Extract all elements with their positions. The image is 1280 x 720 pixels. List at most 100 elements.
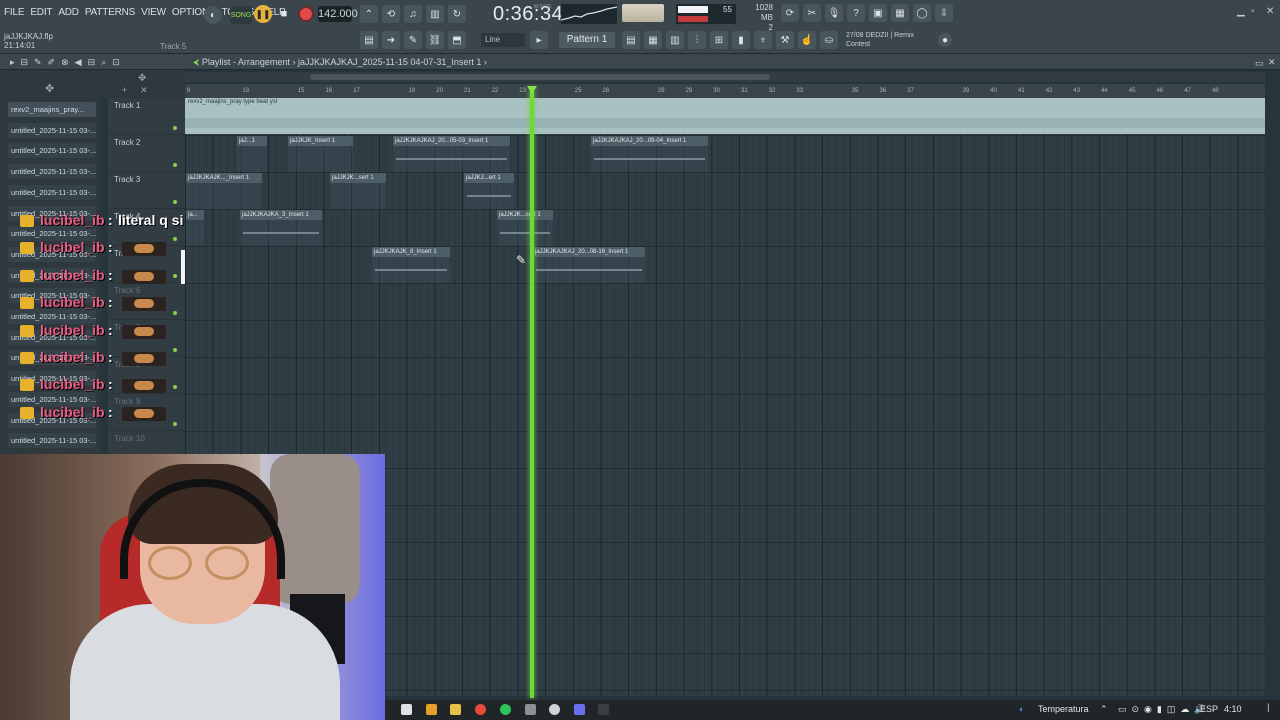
view-browser-icon[interactable]: ⊞: [710, 31, 728, 49]
taskbar-capcut-icon[interactable]: [598, 704, 609, 715]
mixer-cut-icon[interactable]: ✂: [803, 4, 821, 22]
playhead[interactable]: [530, 88, 534, 698]
help-icon[interactable]: ?: [847, 4, 865, 22]
taskbar-app-icon[interactable]: [401, 704, 412, 715]
view-plugin-icon[interactable]: ▮: [732, 31, 750, 49]
view-tools-icon[interactable]: ⚒: [776, 31, 794, 49]
taskbar-obs-icon[interactable]: [549, 704, 560, 715]
browser-item[interactable]: untitled_2025-11-15 03-...: [8, 122, 96, 138]
clip-t2-3[interactable]: jaJJKJKAJKAJ_20...05-03_Insert 1: [393, 136, 510, 172]
tray-clock[interactable]: 4:10: [1224, 704, 1242, 714]
record-button[interactable]: [298, 6, 314, 22]
view-playlist-icon[interactable]: ▤: [622, 31, 640, 49]
clip-t4-3[interactable]: jaJJKJK...sert 1: [497, 210, 553, 246]
clip-t2-4[interactable]: jaJJKJKAJKAJ_20...09-04_Insert 1: [591, 136, 708, 172]
countdown-icon[interactable]: ↻: [448, 5, 466, 23]
shop-icon[interactable]: ⛀: [820, 31, 838, 49]
browser-item[interactable]: untitled_2025-11-15 03-...: [8, 433, 96, 449]
undo-history-icon[interactable]: ⟳: [781, 4, 799, 22]
plugin-icon[interactable]: ▦: [891, 4, 909, 22]
clip-t5-2[interactable]: jaJJKJKAJKAJ_20...08-16_Insert 1: [533, 247, 645, 283]
view-channel-rack-icon[interactable]: ▦: [644, 31, 662, 49]
save-icon[interactable]: ▣: [869, 4, 887, 22]
tempo-display[interactable]: 142.000: [318, 6, 358, 22]
playlist-icon[interactable]: ▤: [360, 31, 378, 49]
metronome-knob-icon[interactable]: ◐: [204, 6, 222, 24]
typing-keyboard-icon[interactable]: ▥: [426, 5, 444, 23]
show-desktop-icon[interactable]: ▏: [1268, 704, 1273, 712]
track-header[interactable]: Track 3: [108, 172, 185, 209]
browser-item[interactable]: untitled_2025-11-15 03-...: [8, 184, 96, 200]
timeline-ruler[interactable]: 9 13 15 16 17 19 20 21 22 23 25 26 28 29 30 31 32 33 35 36 3…: [185, 84, 1265, 98]
pattern-prev-icon[interactable]: ▸: [530, 31, 548, 49]
browser-item[interactable]: untitled_2025-11-15 03-...: [8, 143, 96, 159]
audio-clip-track1[interactable]: rexv2_maajins_pray type beat ysl: [185, 98, 1265, 134]
news-hint[interactable]: 27/08 DEDZII | Remix Contest: [846, 31, 914, 49]
taskbar-folder-icon[interactable]: [450, 704, 461, 715]
track-mute-icon[interactable]: [173, 126, 177, 130]
link-icon[interactable]: ⛓: [426, 31, 444, 49]
step-edit-icon[interactable]: ♫: [404, 5, 422, 23]
browser-item[interactable]: rexv2_maajins_pray...: [8, 102, 96, 117]
arrow-tool-icon[interactable]: ➜: [382, 31, 400, 49]
clip-t5-1[interactable]: jaJJKJKAJK_8_Insert 1: [372, 247, 450, 283]
song-mode-button[interactable]: SONG: [230, 6, 252, 24]
snap-select[interactable]: Line: [481, 33, 525, 47]
track-header[interactable]: Track 2: [108, 135, 185, 172]
browser-item[interactable]: untitled_2025-11-15 03-...: [8, 164, 96, 180]
weather-text[interactable]: Temperatura: [1038, 704, 1089, 714]
playlist-close-icon[interactable]: ✕: [1268, 57, 1276, 68]
track-header[interactable]: Track 1: [108, 98, 185, 135]
stop-button[interactable]: ■: [276, 5, 292, 23]
clip-t3-2[interactable]: jaJJKJK...sert 1: [330, 173, 386, 209]
scrollbar-thumb[interactable]: [310, 74, 770, 80]
minimize-icon[interactable]: ▁: [1237, 6, 1245, 17]
menu-add[interactable]: ADD: [58, 7, 79, 18]
add-track-icon[interactable]: +: [122, 85, 127, 95]
remove-track-icon[interactable]: ✕: [140, 85, 148, 96]
view-touch-icon[interactable]: ☝: [798, 31, 816, 49]
track-mute-icon[interactable]: [173, 163, 177, 167]
browser-move-icon[interactable]: ✥: [45, 82, 54, 95]
microphone-icon[interactable]: 🎙: [825, 4, 843, 22]
menu-patterns[interactable]: PATTERNS: [85, 7, 135, 18]
maximize-icon[interactable]: ▫: [1251, 6, 1255, 17]
scroll-move-icon[interactable]: ✥: [138, 73, 146, 84]
weather-icon[interactable]: ◖: [1018, 704, 1023, 714]
taskbar-chrome-icon[interactable]: [475, 704, 486, 715]
clip-t2-2[interactable]: jaJJKJK_Insert 1: [288, 136, 353, 172]
stamp-icon[interactable]: ⬒: [448, 31, 466, 49]
clip-t3-1[interactable]: jaJJKJKAJK..._Insert 1: [186, 173, 262, 209]
loop-record-icon[interactable]: ⟲: [382, 5, 400, 23]
clip-t4-1[interactable]: ja...: [186, 210, 204, 246]
view-piano-roll-icon[interactable]: ▥: [666, 31, 684, 49]
online-icon[interactable]: ●: [938, 33, 952, 47]
menu-file[interactable]: FILE: [4, 7, 25, 18]
view-mixer-icon[interactable]: ⫶: [688, 31, 706, 49]
view-channel-icon[interactable]: ♆: [754, 31, 772, 49]
menu-view[interactable]: VIEW: [141, 7, 166, 18]
snap-icon[interactable]: ⌃: [360, 5, 378, 23]
tray-icons[interactable]: ▭⊙◉▮◫☁🔊: [1118, 704, 1211, 715]
tray-chevron-icon[interactable]: ⌃: [1100, 704, 1108, 715]
taskbar-discord-icon[interactable]: [574, 704, 585, 715]
download-icon[interactable]: ⇩: [935, 4, 953, 22]
track-mute-icon[interactable]: [173, 200, 177, 204]
pattern-selector[interactable]: Pattern 1: [559, 32, 615, 48]
taskbar-spotify-icon[interactable]: [500, 704, 511, 715]
clip-t2-1[interactable]: jaJ...1: [237, 136, 267, 172]
pause-button[interactable]: ❚❚: [254, 5, 272, 23]
taskbar-fl-icon[interactable]: [426, 704, 437, 715]
close-icon[interactable]: ✕: [1266, 6, 1274, 17]
playlist-tools-icons[interactable]: ▸⊟✎✐⊗◀⊟⌕⊡: [10, 57, 126, 68]
clip-t3-3[interactable]: jaJJKJ...ert 1: [464, 173, 514, 209]
chat-icon[interactable]: ◯: [913, 4, 931, 22]
menu-edit[interactable]: EDIT: [30, 7, 52, 18]
taskbar-game-icon[interactable]: [525, 704, 536, 715]
clip-t4-2[interactable]: jaJJKJKAJKA_3_Insert 1: [240, 210, 322, 246]
tray-language[interactable]: ESP: [1200, 704, 1218, 714]
playhead-marker-icon[interactable]: [527, 86, 537, 94]
playlist-maximize-icon[interactable]: ▭: [1255, 58, 1264, 69]
ruler-tick: 41: [1018, 88, 1025, 94]
pencil-tool-icon[interactable]: ✎: [404, 31, 422, 49]
